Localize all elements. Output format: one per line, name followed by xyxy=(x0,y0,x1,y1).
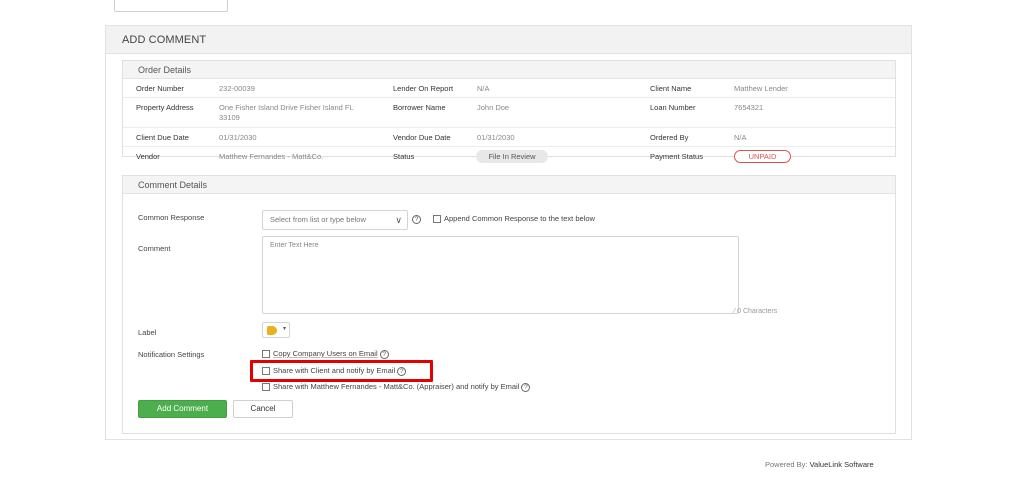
notify-company-users-option[interactable]: Copy Company Users on Email ? xyxy=(262,349,389,359)
order-details-title: Order Details xyxy=(123,61,895,79)
order-row-1: Order Number 232-00039 Lender On Report … xyxy=(123,79,895,98)
notify-appraiser-checkbox[interactable] xyxy=(262,383,270,392)
property-address-line2: 33109 xyxy=(219,113,240,122)
borrower-name-label: Borrower Name xyxy=(393,103,446,112)
resize-icon: ⁄ xyxy=(734,308,736,315)
character-count: ⁄ 0 Characters xyxy=(734,308,777,315)
payment-status-label: Payment Status xyxy=(650,152,703,161)
help-icon[interactable]: ? xyxy=(412,215,421,224)
ordered-by-label: Ordered By xyxy=(650,133,689,142)
order-number-value: 232-00039 xyxy=(219,84,255,93)
add-comment-button[interactable]: Add Comment xyxy=(138,400,227,418)
lender-on-report-value: N/A xyxy=(477,84,490,93)
label-picker[interactable]: ▾ xyxy=(262,322,290,338)
cancel-button[interactable]: Cancel xyxy=(233,400,293,418)
lender-on-report-label: Lender On Report xyxy=(393,84,454,93)
client-name-label: Client Name xyxy=(650,84,692,93)
property-address-label: Property Address xyxy=(136,103,194,112)
status-label: Status xyxy=(393,152,415,161)
comment-details-title: Comment Details xyxy=(123,176,895,194)
comment-details-section: Comment Details Common Response Select f… xyxy=(122,175,896,434)
comment-placeholder: Enter Text Here xyxy=(270,242,319,249)
vendor-label: Vendor xyxy=(136,152,160,161)
caret-down-icon: ▾ xyxy=(282,326,286,332)
status-badge: File In Review xyxy=(476,150,548,163)
property-address-line1: One Fisher Island Drive Fisher Island FL xyxy=(219,103,354,112)
chevron-down-icon: ∨ xyxy=(395,215,402,225)
top-partial-button[interactable] xyxy=(114,0,228,12)
add-comment-panel: ADD COMMENT Order Details Order Number 2… xyxy=(105,25,912,440)
brand-link[interactable]: ValueLink Software xyxy=(810,460,874,469)
footer-powered-by: Powered By: ValueLink Software xyxy=(765,460,874,469)
client-due-date-label: Client Due Date xyxy=(136,133,189,142)
notify-appraiser-text: Share with Matthew Fernandes - Matt&Co. … xyxy=(273,382,520,391)
client-name-value: Matthew Lender xyxy=(734,84,788,93)
character-count-text: 0 Characters xyxy=(737,308,778,315)
order-details-section: Order Details Order Number 232-00039 Len… xyxy=(122,60,896,163)
append-checkbox[interactable] xyxy=(433,215,441,224)
order-row-4: Vendor Matthew Fernandes - Matt&Co. Stat… xyxy=(123,147,895,166)
panel-title: ADD COMMENT xyxy=(106,26,911,54)
help-icon[interactable]: ? xyxy=(521,382,531,392)
highlight-box xyxy=(250,360,433,382)
loan-number-label: Loan Number xyxy=(650,103,696,112)
vendor-due-date-value: 01/31/2030 xyxy=(477,133,515,142)
order-number-label: Order Number xyxy=(136,84,184,93)
append-label: Append Common Response to the text below xyxy=(444,214,595,223)
common-response-select[interactable]: Select from list or type below ∨ xyxy=(262,210,408,230)
notify-appraiser-option[interactable]: Share with Matthew Fernandes - Matt&Co. … xyxy=(262,382,531,392)
comment-label: Comment xyxy=(138,244,171,253)
comment-textarea[interactable]: Enter Text Here xyxy=(262,236,739,314)
common-response-placeholder: Select from list or type below xyxy=(270,215,366,224)
order-row-2: Property Address One Fisher Island Drive… xyxy=(123,98,895,128)
notify-company-users-text: Copy Company Users on Email xyxy=(273,349,378,358)
powered-by-text: Powered By: xyxy=(765,460,810,469)
ordered-by-value: N/A xyxy=(734,133,747,142)
label-field-label: Label xyxy=(138,328,157,337)
loan-number-value: 7654321 xyxy=(734,103,764,112)
notify-company-users-checkbox[interactable] xyxy=(262,350,270,359)
vendor-due-date-label: Vendor Due Date xyxy=(393,133,451,142)
help-icon[interactable]: ? xyxy=(379,349,389,359)
vendor-value: Matthew Fernandes - Matt&Co. xyxy=(219,152,324,161)
common-response-label: Common Response xyxy=(138,213,205,222)
append-option[interactable]: Append Common Response to the text below xyxy=(433,214,595,224)
payment-status-badge: UNPAID xyxy=(734,150,791,163)
notification-settings-label: Notification Settings xyxy=(138,350,205,359)
order-row-3: Client Due Date 01/31/2030 Vendor Due Da… xyxy=(123,128,895,147)
borrower-name-value: John Doe xyxy=(477,103,510,112)
client-due-date-value: 01/31/2030 xyxy=(219,133,257,142)
tag-icon xyxy=(267,326,277,335)
